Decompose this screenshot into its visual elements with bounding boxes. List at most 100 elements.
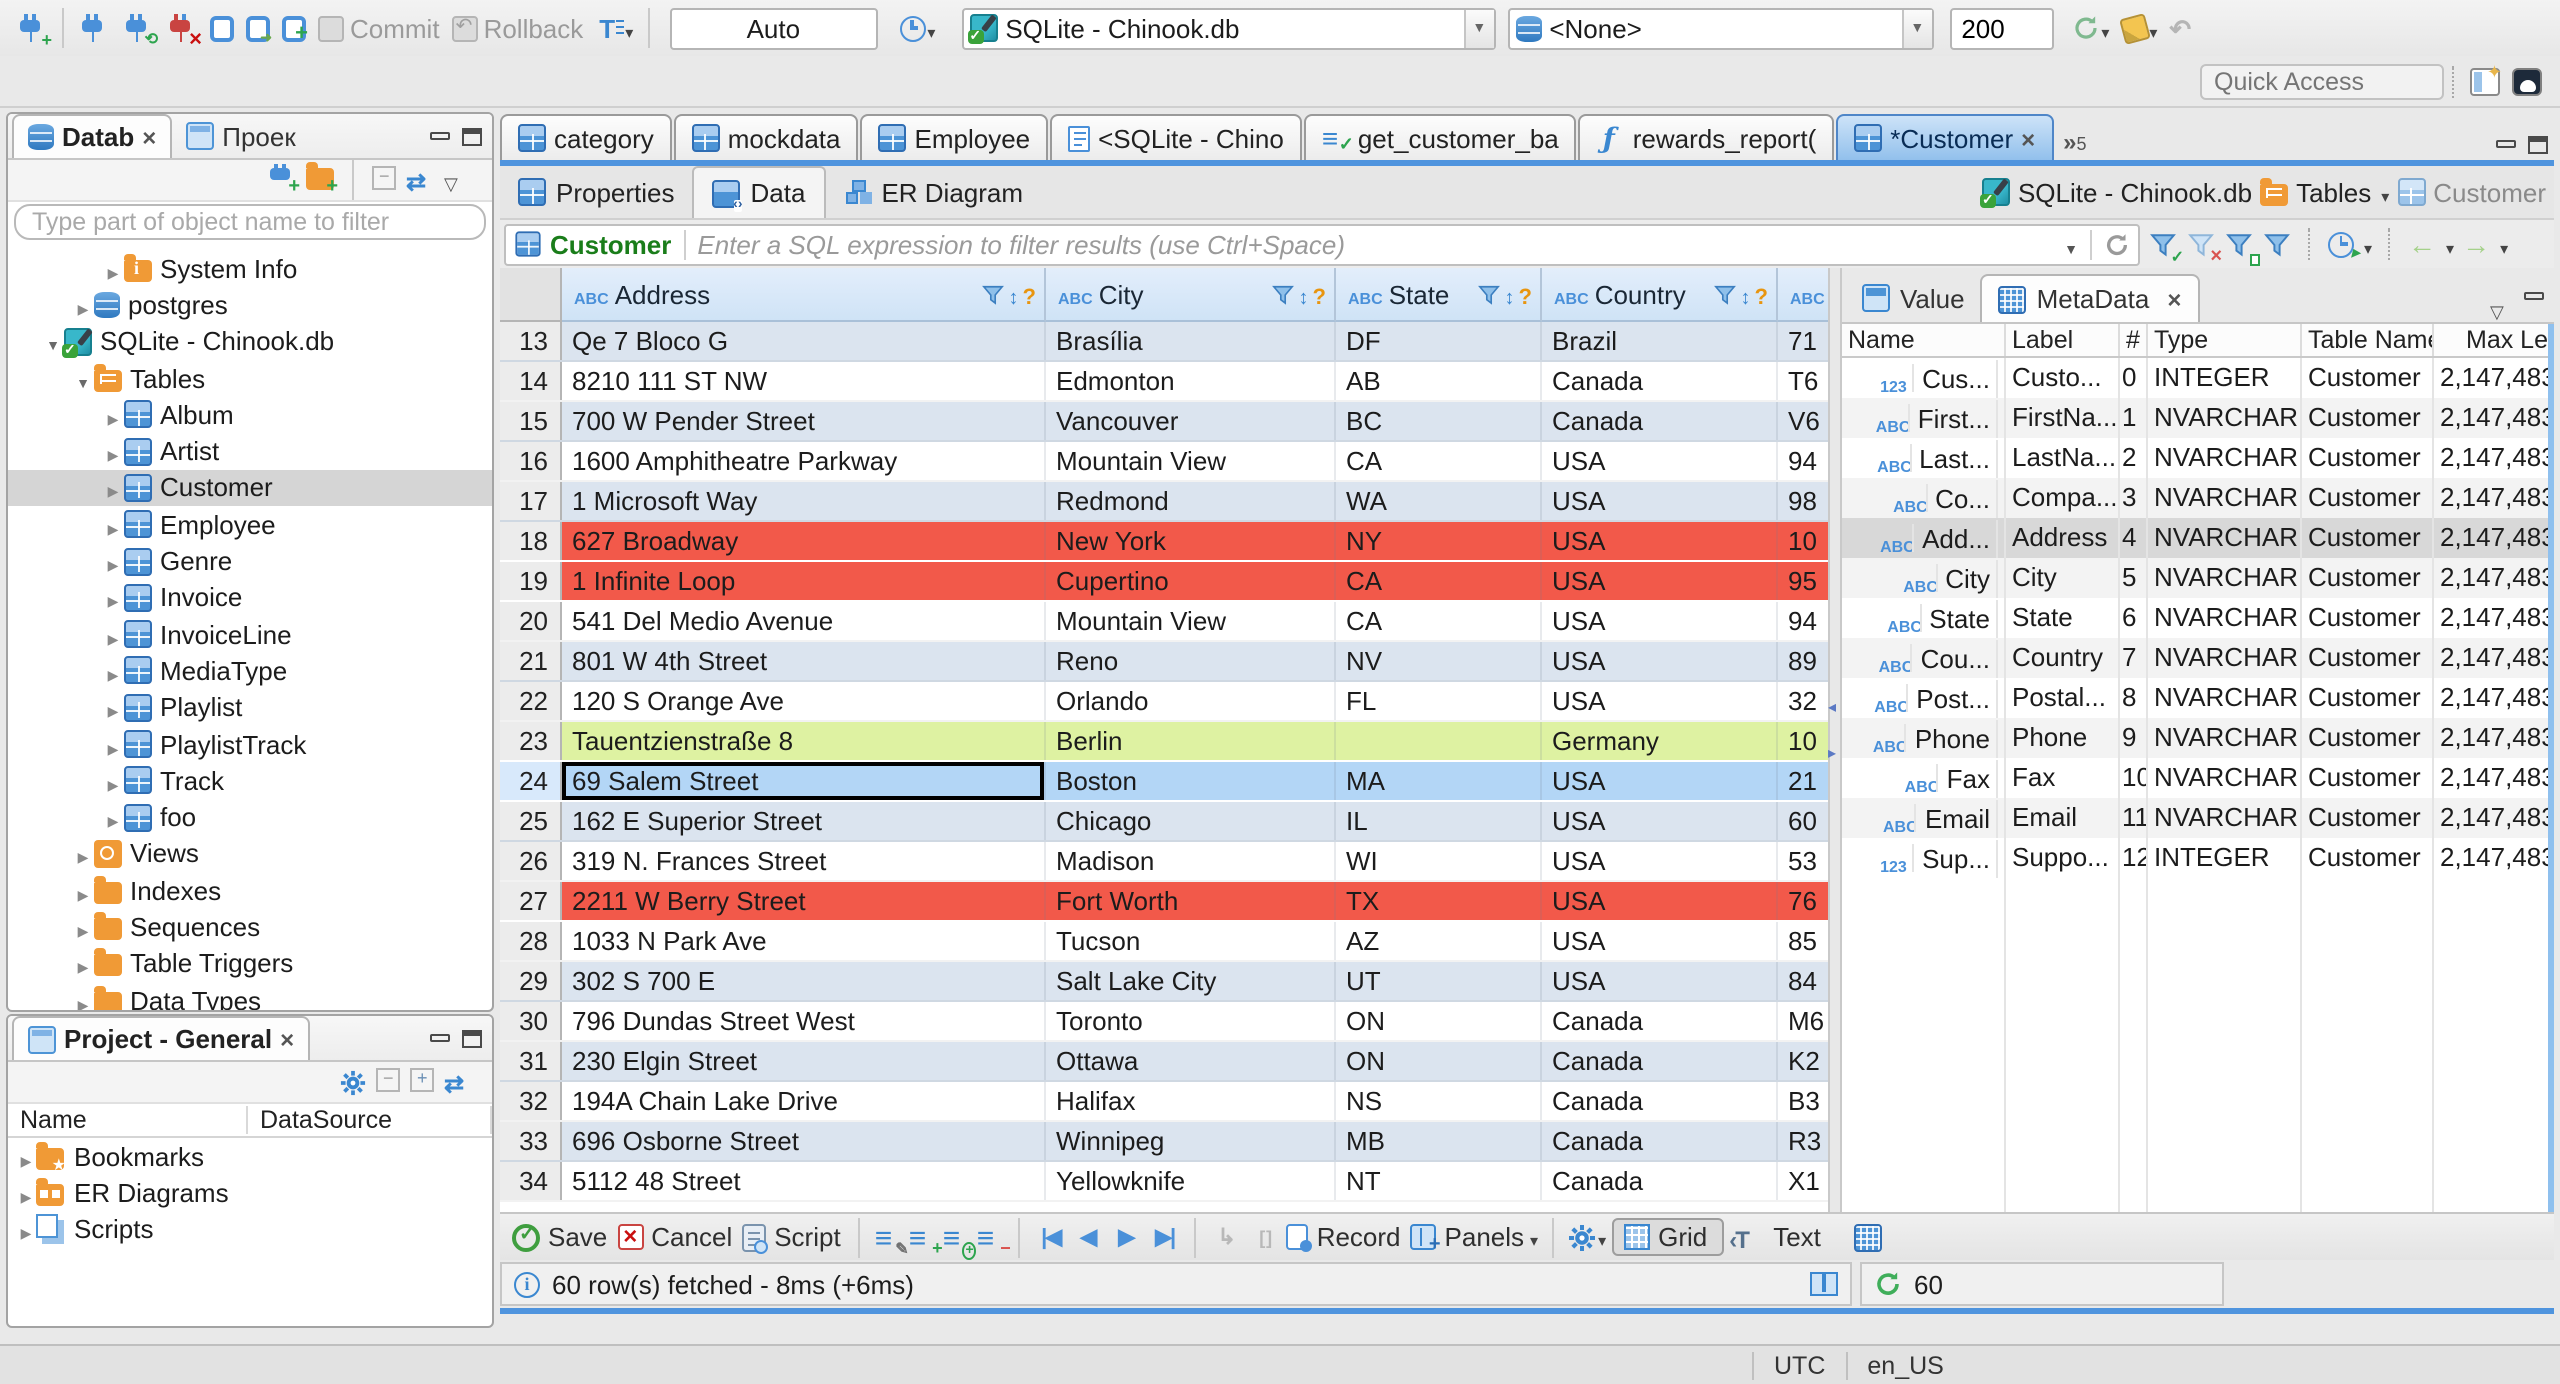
fetch-page-button[interactable] — [1249, 1225, 1281, 1249]
cell-country[interactable]: Canada — [1542, 1042, 1778, 1080]
cell-state[interactable]: MA — [1336, 762, 1542, 800]
navigator-filter-input[interactable] — [14, 204, 486, 240]
cell-label[interactable]: State — [2006, 598, 2120, 638]
cell-country[interactable]: Germany — [1542, 722, 1778, 760]
tree-item[interactable]: foo — [8, 799, 492, 836]
row-number[interactable]: 24 — [500, 762, 562, 800]
expand-arrow-icon[interactable] — [102, 253, 124, 283]
new-folder-button[interactable] — [306, 162, 338, 198]
cell-state[interactable]: CA — [1336, 442, 1542, 480]
cell-address[interactable]: 120 S Orange Ave — [562, 682, 1046, 720]
cell-address[interactable]: 1 Microsoft Way — [562, 482, 1046, 520]
cell-city[interactable]: Brasília — [1046, 322, 1336, 360]
filter-icon[interactable] — [1272, 283, 1295, 305]
cell-type[interactable]: NVARCHAR — [2148, 478, 2302, 518]
cell-city[interactable]: Tucson — [1046, 922, 1336, 960]
tree-item[interactable]: SQLite - Chinook.db — [8, 323, 492, 360]
cell-country[interactable]: Brazil — [1542, 322, 1778, 360]
breadcrumb-table[interactable]: Customer — [2433, 177, 2546, 207]
cell-postalcode[interactable]: 10 — [1778, 722, 1828, 760]
cell-postalcode[interactable]: 32 — [1778, 682, 1828, 720]
collapse-all-button[interactable] — [376, 1067, 400, 1097]
minimize-button[interactable] — [424, 1022, 456, 1054]
cell-city[interactable]: Mountain View — [1046, 442, 1336, 480]
tree-item[interactable]: postgres — [8, 287, 492, 324]
panels-button[interactable]: Panels — [1410, 1222, 1539, 1256]
cell-address[interactable]: 541 Del Medio Avenue — [562, 602, 1046, 640]
cell-city[interactable]: Boston — [1046, 762, 1336, 800]
cell-table-name[interactable]: Customer — [2302, 478, 2434, 518]
sql-filter-field[interactable]: Customer Enter a SQL expression to filte… — [504, 223, 2140, 265]
cell-postalcode[interactable]: 98 — [1778, 482, 1828, 520]
cell-name[interactable]: Cou... — [1842, 638, 2006, 678]
column-header[interactable]: # — [2120, 324, 2148, 356]
chevron-down-icon[interactable] — [2379, 177, 2389, 207]
cell-label[interactable]: Fax — [2006, 758, 2120, 798]
cell-city[interactable]: Yellowknife — [1046, 1162, 1336, 1200]
tree-item[interactable]: PlaylistTrack — [8, 726, 492, 763]
metadata-row[interactable]: Add... Address 4 NVARCHAR Customer 2,147… — [1842, 518, 2554, 558]
transaction-mode-combo[interactable]: Auto — [669, 7, 878, 49]
metadata-row[interactable]: Sup... Suppo... 12 INTEGER Customer 2,14… — [1842, 838, 2554, 878]
new-sql-script-button[interactable] — [276, 11, 312, 45]
next-record-button[interactable] — [1111, 1224, 1143, 1250]
cell-max-length[interactable]: 2,147,483 — [2434, 438, 2554, 478]
cell-state[interactable]: ON — [1336, 1042, 1542, 1080]
cell-country[interactable]: USA — [1542, 762, 1778, 800]
expand-arrow-icon[interactable] — [102, 509, 124, 539]
add-row-button[interactable] — [909, 1223, 937, 1251]
tree-item[interactable]: Table Triggers — [8, 945, 492, 982]
expand-all-button[interactable] — [410, 1067, 434, 1097]
cell-max-length[interactable]: 2,147,483 — [2434, 398, 2554, 438]
cell-label[interactable]: Country — [2006, 638, 2120, 678]
cell-postalcode[interactable]: 94 — [1778, 602, 1828, 640]
cell-state[interactable]: NT — [1336, 1162, 1542, 1200]
timezone-indicator[interactable]: UTC — [1774, 1351, 1825, 1379]
row-number[interactable]: 32 — [500, 1082, 562, 1120]
cell-state[interactable]: AZ — [1336, 922, 1542, 960]
close-icon[interactable] — [272, 1024, 294, 1054]
edit-row-button[interactable] — [875, 1223, 903, 1251]
cell-country[interactable]: Canada — [1542, 1002, 1778, 1040]
cell-ordinal[interactable]: 7 — [2120, 638, 2148, 678]
cell-address[interactable]: 194A Chain Lake Drive — [562, 1082, 1046, 1120]
cell-max-length[interactable]: 2,147,483 — [2434, 638, 2554, 678]
cell-postalcode[interactable]: V6 — [1778, 402, 1828, 440]
row-number[interactable]: 28 — [500, 922, 562, 960]
cell-max-length[interactable]: 2,147,483 — [2434, 678, 2554, 718]
expand-arrow-icon[interactable] — [102, 436, 124, 466]
cell-address[interactable]: 801 W 4th Street — [562, 642, 1046, 680]
cell-address[interactable]: 162 E Superior Street — [562, 802, 1046, 840]
cell-country[interactable]: USA — [1542, 922, 1778, 960]
cell-state[interactable]: TX — [1336, 882, 1542, 920]
cell-table-name[interactable]: Customer — [2302, 798, 2434, 838]
row-number[interactable]: 20 — [500, 602, 562, 640]
previous-record-button[interactable] — [1073, 1224, 1105, 1250]
sort-icon[interactable] — [1299, 279, 1309, 309]
tree-item[interactable]: Indexes — [8, 872, 492, 909]
row-number[interactable]: 14 — [500, 362, 562, 400]
expand-arrow-icon[interactable] — [102, 656, 124, 686]
transaction-log-button[interactable] — [589, 9, 639, 47]
cell-table-name[interactable]: Customer — [2302, 598, 2434, 638]
metadata-row[interactable]: Co... Compa... 3 NVARCHAR Customer 2,147… — [1842, 478, 2554, 518]
editor-tab[interactable]: *Customer — [1836, 114, 2054, 160]
open-sql-console-button[interactable] — [240, 11, 276, 45]
metadata-row[interactable]: Phone Phone 9 NVARCHAR Customer 2,147,48… — [1842, 718, 2554, 758]
cell-ordinal[interactable]: 1 — [2120, 398, 2148, 438]
cell-label[interactable]: Phone — [2006, 718, 2120, 758]
cell-name[interactable]: State — [1842, 598, 2006, 638]
reconnect-button[interactable] — [116, 9, 160, 47]
cell-address[interactable]: 230 Elgin Street — [562, 1042, 1046, 1080]
tree-item[interactable]: Genre — [8, 543, 492, 580]
cell-table-name[interactable]: Customer — [2302, 758, 2434, 798]
text-view-toggle[interactable]: Text — [1729, 1222, 1825, 1252]
project-item[interactable]: Scripts — [8, 1210, 492, 1246]
cell-name[interactable]: City — [1842, 558, 2006, 598]
cell-state[interactable]: WI — [1336, 842, 1542, 880]
tab-value[interactable]: Value — [1846, 274, 1981, 322]
close-icon[interactable] — [134, 122, 156, 152]
breadcrumb-tables[interactable]: Tables — [2296, 177, 2371, 207]
save-button[interactable]: Save — [512, 1222, 611, 1252]
connect-button[interactable] — [72, 9, 116, 47]
